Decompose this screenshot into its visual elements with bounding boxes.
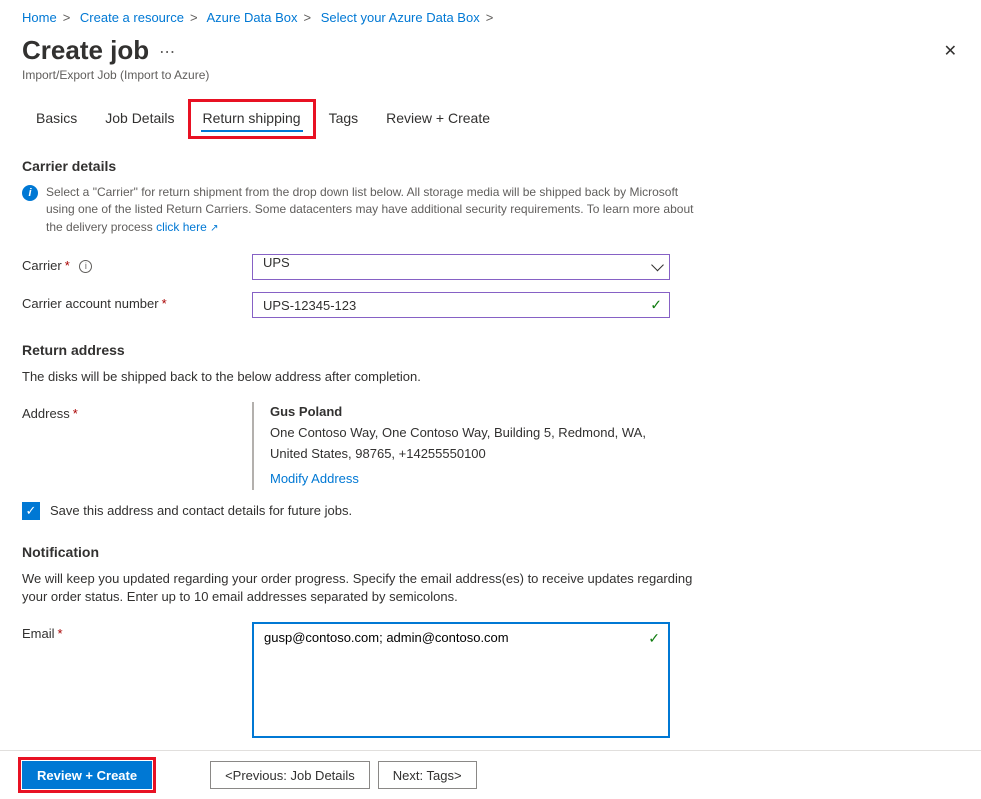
breadcrumb-select-data-box[interactable]: Select your Azure Data Box	[321, 10, 480, 25]
tab-tags[interactable]: Tags	[315, 100, 373, 138]
carrier-account-input[interactable]	[252, 292, 670, 318]
external-link-icon: ↗	[210, 223, 218, 234]
return-address-desc: The disks will be shipped back to the be…	[22, 368, 702, 386]
address-label: Address*	[22, 402, 252, 421]
tab-review-create[interactable]: Review + Create	[372, 100, 504, 138]
tabs: Basics Job Details Return shipping Tags …	[22, 100, 959, 138]
notification-heading: Notification	[22, 544, 702, 560]
address-name: Gus Poland	[270, 402, 670, 423]
tab-return-shipping[interactable]: Return shipping	[189, 100, 315, 138]
delivery-process-link[interactable]: click here ↗	[156, 220, 218, 234]
carrier-details-heading: Carrier details	[22, 158, 702, 174]
breadcrumb-create-resource[interactable]: Create a resource	[80, 10, 184, 25]
next-button[interactable]: Next: Tags>	[378, 761, 477, 789]
breadcrumb: Home> Create a resource> Azure Data Box>…	[22, 10, 959, 25]
notification-desc: We will keep you updated regarding your …	[22, 570, 702, 606]
carrier-help-icon[interactable]: i	[79, 260, 92, 273]
save-address-label: Save this address and contact details fo…	[50, 503, 352, 518]
page-subtitle: Import/Export Job (Import to Azure)	[22, 68, 959, 82]
tab-job-details[interactable]: Job Details	[91, 100, 188, 138]
breadcrumb-home[interactable]: Home	[22, 10, 57, 25]
info-icon: i	[22, 185, 38, 201]
page-title: Create job	[22, 35, 149, 66]
breadcrumb-azure-data-box[interactable]: Azure Data Box	[206, 10, 297, 25]
more-icon[interactable]: ⋯	[159, 42, 175, 62]
save-address-checkbox[interactable]: ✓	[22, 502, 40, 520]
modify-address-link[interactable]: Modify Address	[270, 469, 359, 490]
address-block: Gus Poland One Contoso Way, One Contoso …	[252, 402, 670, 489]
carrier-info-text: Select a "Carrier" for return shipment f…	[46, 184, 702, 236]
close-button[interactable]: ✕	[936, 37, 965, 65]
email-label: Email*	[22, 622, 252, 641]
previous-button[interactable]: <Previous: Job Details	[210, 761, 370, 789]
email-input[interactable]	[252, 622, 670, 738]
carrier-select[interactable]: UPS	[252, 254, 670, 280]
carrier-account-label: Carrier account number*	[22, 292, 252, 311]
tab-basics[interactable]: Basics	[22, 100, 91, 138]
address-line: One Contoso Way, One Contoso Way, Buildi…	[270, 423, 670, 465]
return-address-heading: Return address	[22, 342, 702, 358]
check-icon: ✓	[648, 630, 660, 647]
footer: Review + Create <Previous: Job Details N…	[0, 750, 981, 799]
carrier-label: Carrier* i	[22, 254, 252, 274]
review-create-button[interactable]: Review + Create	[22, 761, 152, 789]
